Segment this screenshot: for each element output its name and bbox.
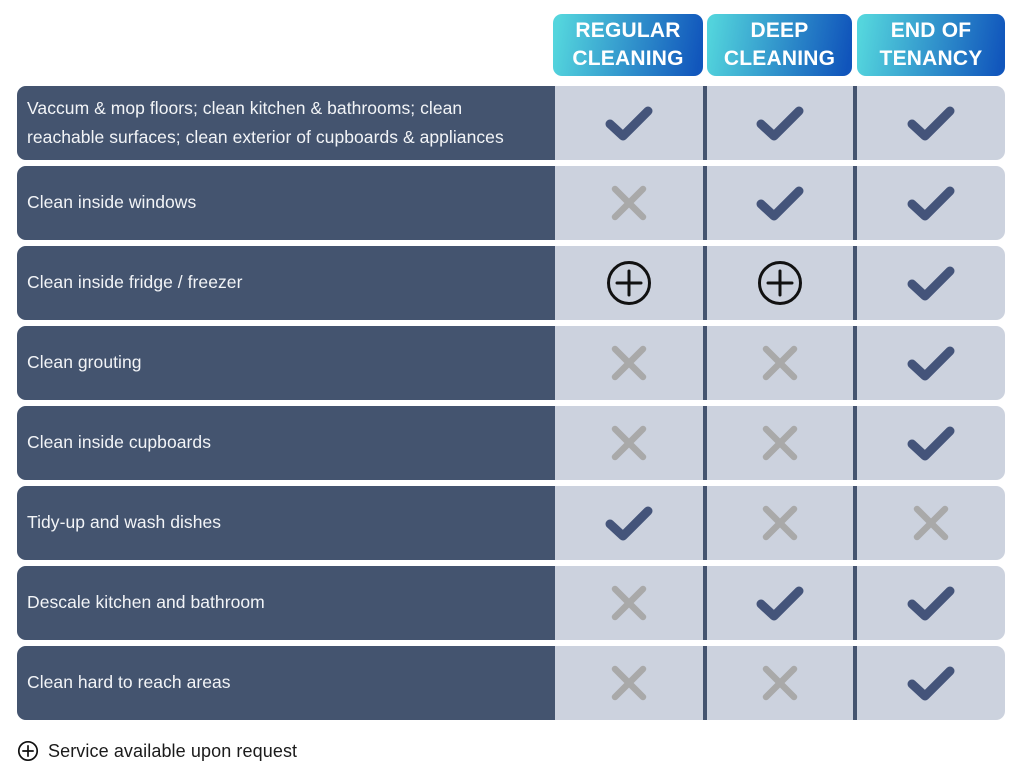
table-row: Descale kitchen and bathroom	[0, 566, 1024, 640]
table-row: Clean inside fridge / freezer	[0, 246, 1024, 320]
cell-r3-c1	[707, 326, 853, 400]
footer-legend: Service available upon request	[17, 740, 297, 762]
column-header-2[interactable]: END OF TENANCY	[857, 14, 1005, 76]
cross-icon	[606, 660, 652, 706]
cell-r5-c1	[707, 486, 853, 560]
cross-icon	[606, 180, 652, 226]
row-label-bar: Tidy-up and wash dishes	[17, 486, 555, 560]
table-row: Clean hard to reach areas	[0, 646, 1024, 720]
cross-icon	[606, 340, 652, 386]
check-icon	[903, 180, 959, 226]
column-header-label: END OF TENANCY	[879, 19, 983, 70]
row-label-bar: Descale kitchen and bathroom	[17, 566, 555, 640]
check-icon	[601, 100, 657, 146]
cell-r2-c2	[857, 246, 1005, 320]
check-icon	[903, 580, 959, 626]
table-row: Clean grouting	[0, 326, 1024, 400]
cell-r1-c0	[555, 166, 703, 240]
table-body: Vaccum & mop floors; clean kitchen & bat…	[0, 86, 1024, 726]
cell-r0-c1	[707, 86, 853, 160]
table-row: Vaccum & mop floors; clean kitchen & bat…	[0, 86, 1024, 160]
row-label: Descale kitchen and bathroom	[27, 592, 265, 613]
cross-icon	[757, 340, 803, 386]
check-icon	[903, 100, 959, 146]
row-label: Clean inside cupboards	[27, 432, 211, 453]
comparison-table-page: REGULAR CLEANING DEEP CLEANING END OF TENA…	[0, 0, 1024, 768]
cross-icon	[908, 500, 954, 546]
cell-r6-c2	[857, 566, 1005, 640]
check-icon	[903, 660, 959, 706]
row-label: Vaccum & mop floors; clean kitchen & bat…	[27, 97, 504, 147]
cross-icon	[757, 500, 803, 546]
cell-r7-c2	[857, 646, 1005, 720]
check-icon	[752, 580, 808, 626]
column-header-1[interactable]: DEEP CLEANING	[707, 14, 852, 76]
row-label: Clean inside fridge / freezer	[27, 272, 243, 293]
cell-r2-c1	[707, 246, 853, 320]
cell-r6-c0	[555, 566, 703, 640]
row-label-bar: Clean inside cupboards	[17, 406, 555, 480]
column-header-label: DEEP CLEANING	[723, 19, 836, 70]
cell-r5-c2	[857, 486, 1005, 560]
table-row: Clean inside cupboards	[0, 406, 1024, 480]
check-icon	[903, 420, 959, 466]
row-label-bar: Vaccum & mop floors; clean kitchen & bat…	[17, 86, 555, 160]
plus-circle-icon	[756, 259, 804, 307]
cell-r7-c1	[707, 646, 853, 720]
row-label-bar: Clean inside fridge / freezer	[17, 246, 555, 320]
cell-r4-c1	[707, 406, 853, 480]
check-icon	[903, 260, 959, 306]
cell-r0-c0	[555, 86, 703, 160]
check-icon	[752, 100, 808, 146]
cell-r3-c0	[555, 326, 703, 400]
column-header-0[interactable]: REGULAR CLEANING	[553, 14, 703, 76]
column-header-label: REGULAR CLEANING	[572, 19, 684, 70]
table-row: Tidy-up and wash dishes	[0, 486, 1024, 560]
cross-icon	[606, 580, 652, 626]
cell-r7-c0	[555, 646, 703, 720]
cross-icon	[606, 420, 652, 466]
cell-r3-c2	[857, 326, 1005, 400]
row-label: Tidy-up and wash dishes	[27, 512, 222, 533]
plus-circle-icon	[605, 259, 653, 307]
row-label-bar: Clean inside windows	[17, 166, 555, 240]
table-header-row: REGULAR CLEANING DEEP CLEANING END OF TENA…	[0, 0, 1024, 86]
check-icon	[601, 500, 657, 546]
row-label: Clean inside windows	[27, 192, 197, 213]
row-label-bar: Clean grouting	[17, 326, 555, 400]
cross-icon	[757, 420, 803, 466]
cell-r6-c1	[707, 566, 853, 640]
cell-r0-c2	[857, 86, 1005, 160]
cell-r2-c0	[555, 246, 703, 320]
footer-note: Service available upon request	[48, 740, 298, 761]
table-row: Clean inside windows	[0, 166, 1024, 240]
check-icon	[752, 180, 808, 226]
cross-icon	[757, 660, 803, 706]
cell-r1-c1	[707, 166, 853, 240]
row-label: Clean grouting	[27, 352, 142, 373]
cell-r1-c2	[857, 166, 1005, 240]
row-label: Clean hard to reach areas	[27, 672, 231, 693]
cell-r5-c0	[555, 486, 703, 560]
cell-r4-c0	[555, 406, 703, 480]
plus-circle-icon	[17, 740, 39, 762]
row-label-bar: Clean hard to reach areas	[17, 646, 555, 720]
cell-r4-c2	[857, 406, 1005, 480]
check-icon	[903, 340, 959, 386]
